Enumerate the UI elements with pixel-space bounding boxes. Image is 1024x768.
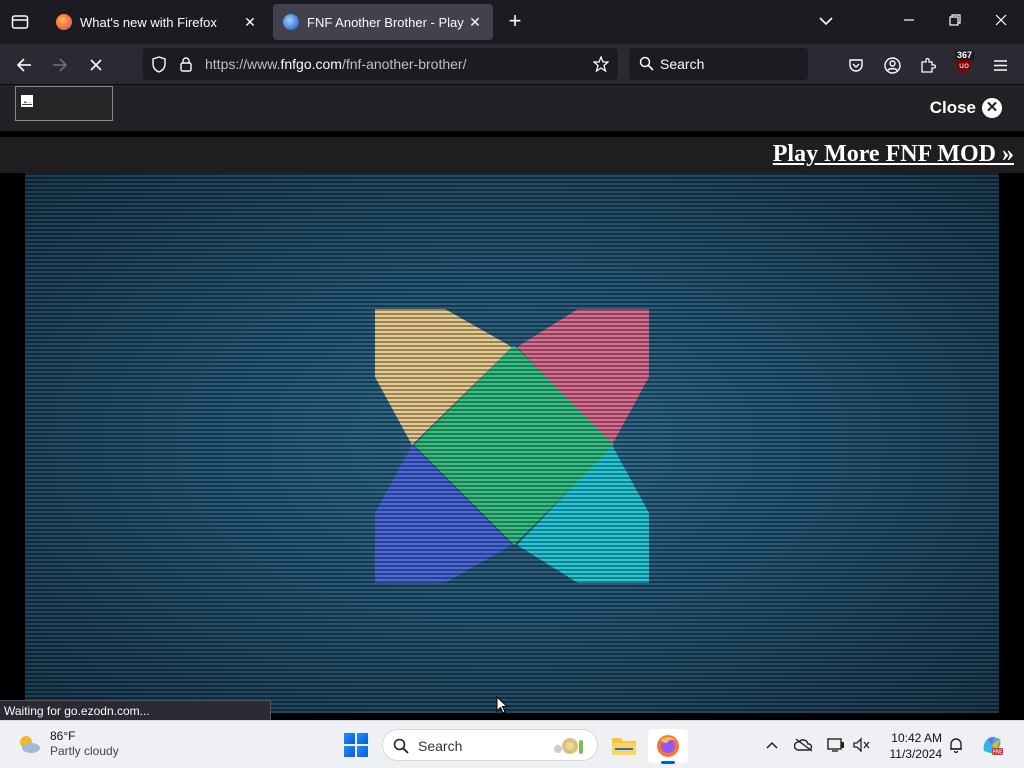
url-host: fnfgo.com bbox=[280, 56, 342, 72]
show-hidden-icons-button[interactable] bbox=[762, 735, 782, 755]
puzzle-piece-icon bbox=[921, 57, 936, 73]
stop-icon bbox=[90, 59, 102, 71]
folder-icon bbox=[612, 738, 636, 755]
close-tab-icon[interactable]: ✕ bbox=[242, 14, 258, 31]
tab-fnf-another-brother[interactable]: FNF Another Brother - Play Onl ✕ bbox=[273, 4, 493, 40]
url-text[interactable]: https://www.fnfgo.com/fnf-another-brothe… bbox=[205, 56, 466, 72]
firefox-view-icon bbox=[11, 15, 29, 29]
windows-logo-icon bbox=[344, 746, 355, 757]
close-game-button[interactable]: Close ✕ bbox=[930, 98, 1002, 118]
pocket-button[interactable] bbox=[844, 53, 868, 77]
search-icon bbox=[393, 738, 409, 754]
partly-cloudy-icon bbox=[20, 736, 40, 753]
close-tab-icon[interactable]: ✕ bbox=[467, 14, 483, 31]
pocket-icon bbox=[849, 58, 863, 72]
forward-button[interactable] bbox=[48, 53, 72, 77]
weather-temperature: 86°F bbox=[50, 729, 76, 743]
status-bar: Waiting for go.ezodn.com... bbox=[0, 700, 271, 720]
start-button[interactable] bbox=[344, 733, 368, 757]
tab-whats-new[interactable]: What's new with Firefox ✕ bbox=[46, 4, 268, 40]
close-circle-icon: ✕ bbox=[982, 98, 1002, 118]
active-app-indicator bbox=[661, 761, 675, 764]
windows-logo-icon bbox=[357, 746, 368, 757]
close-icon bbox=[995, 14, 1007, 26]
ublock-count-badge: 367 bbox=[955, 50, 975, 60]
url-prefix: https://www. bbox=[205, 56, 281, 72]
back-arrow-icon bbox=[16, 58, 31, 72]
tracking-protection-shield-icon[interactable] bbox=[151, 56, 167, 73]
firefox-favicon-icon bbox=[56, 14, 72, 30]
taskbar-search-label: Search bbox=[418, 738, 463, 754]
broken-image-icon bbox=[21, 95, 33, 107]
address-bar[interactable]: https://www.fnfgo.com/fnf-another-brothe… bbox=[143, 48, 618, 80]
list-all-tabs-button[interactable] bbox=[814, 10, 838, 34]
tab-title: What's new with Firefox bbox=[80, 14, 217, 30]
chevron-down-icon bbox=[819, 17, 833, 26]
play-more-strip: Play More FNF MOD » bbox=[0, 137, 1024, 173]
url-path: /fnf-another-brother/ bbox=[341, 56, 467, 72]
extensions-button[interactable] bbox=[916, 53, 940, 77]
restore-button[interactable] bbox=[943, 10, 967, 34]
firefox-taskbar-button[interactable] bbox=[648, 729, 688, 764]
fnfgo-favicon-icon bbox=[283, 14, 299, 30]
speaker-muted-icon bbox=[853, 737, 870, 753]
notifications-button[interactable] bbox=[946, 735, 966, 755]
game-canvas[interactable] bbox=[25, 173, 999, 713]
minimize-button[interactable] bbox=[897, 10, 921, 34]
network-monitor-icon bbox=[827, 738, 844, 752]
close-window-button[interactable] bbox=[989, 10, 1013, 34]
search-bar[interactable]: Search bbox=[629, 48, 808, 80]
network-tray-button[interactable] bbox=[826, 735, 846, 755]
system-clock[interactable]: 10:42 AM 11/3/2024 bbox=[882, 730, 943, 762]
windows-taskbar: 86°F Partly cloudy Search 10:42 AM 11/3/… bbox=[0, 720, 1024, 768]
app-menu-button[interactable] bbox=[988, 53, 1012, 77]
account-button[interactable] bbox=[880, 53, 904, 77]
clock-date: 11/3/2024 bbox=[889, 747, 943, 761]
back-button[interactable] bbox=[12, 53, 36, 77]
crt-scanlines bbox=[25, 173, 999, 713]
account-icon bbox=[883, 56, 901, 74]
tab-strip: What's new with Firefox ✕ FNF Another Br… bbox=[0, 0, 1024, 44]
game-header-strip: Close ✕ bbox=[0, 85, 1024, 131]
weather-widget[interactable]: 86°F Partly cloudy bbox=[16, 729, 119, 759]
copilot-icon: PRE bbox=[983, 736, 1003, 756]
close-label: Close bbox=[929, 98, 976, 117]
search-icon bbox=[639, 56, 654, 71]
navigation-toolbar: https://www.fnfgo.com/fnf-another-brothe… bbox=[0, 44, 1024, 85]
volume-tray-button[interactable] bbox=[852, 735, 872, 755]
windows-logo-icon bbox=[344, 733, 355, 744]
firefox-icon bbox=[657, 735, 679, 757]
new-tab-button[interactable]: + bbox=[503, 10, 527, 34]
cloud-off-icon bbox=[794, 738, 813, 752]
chevron-up-icon bbox=[766, 741, 778, 749]
search-highlight-icon bbox=[554, 738, 583, 754]
search-placeholder: Search bbox=[660, 56, 705, 72]
bookmark-star-icon[interactable] bbox=[593, 56, 609, 72]
play-more-link[interactable]: Play More FNF MOD » bbox=[773, 141, 1014, 168]
stop-loading-button[interactable] bbox=[84, 53, 108, 77]
forward-arrow-icon bbox=[53, 58, 68, 72]
copilot-button[interactable]: PRE bbox=[980, 733, 1004, 757]
windows-logo-icon bbox=[357, 733, 368, 744]
restore-icon bbox=[949, 14, 961, 26]
hamburger-menu-icon bbox=[993, 59, 1007, 71]
onedrive-tray-button[interactable] bbox=[794, 735, 814, 755]
svg-text:PRE: PRE bbox=[993, 750, 1003, 756]
bell-icon bbox=[950, 738, 962, 753]
tab-title: FNF Another Brother - Play Onl bbox=[307, 14, 467, 30]
firefox-view-button[interactable] bbox=[8, 11, 32, 33]
weather-condition: Partly cloudy bbox=[50, 744, 119, 758]
mouse-cursor-icon bbox=[496, 696, 508, 714]
site-logo[interactable] bbox=[15, 86, 113, 121]
clock-time: 10:42 AM bbox=[891, 731, 942, 745]
file-explorer-button[interactable] bbox=[604, 729, 644, 763]
taskbar-search[interactable]: Search bbox=[382, 729, 598, 761]
minimize-icon bbox=[904, 19, 914, 21]
svg-text:uo: uo bbox=[959, 61, 969, 70]
page-content: Close ✕ Play More FNF MOD » bbox=[0, 85, 1024, 720]
lock-icon[interactable] bbox=[179, 56, 193, 72]
